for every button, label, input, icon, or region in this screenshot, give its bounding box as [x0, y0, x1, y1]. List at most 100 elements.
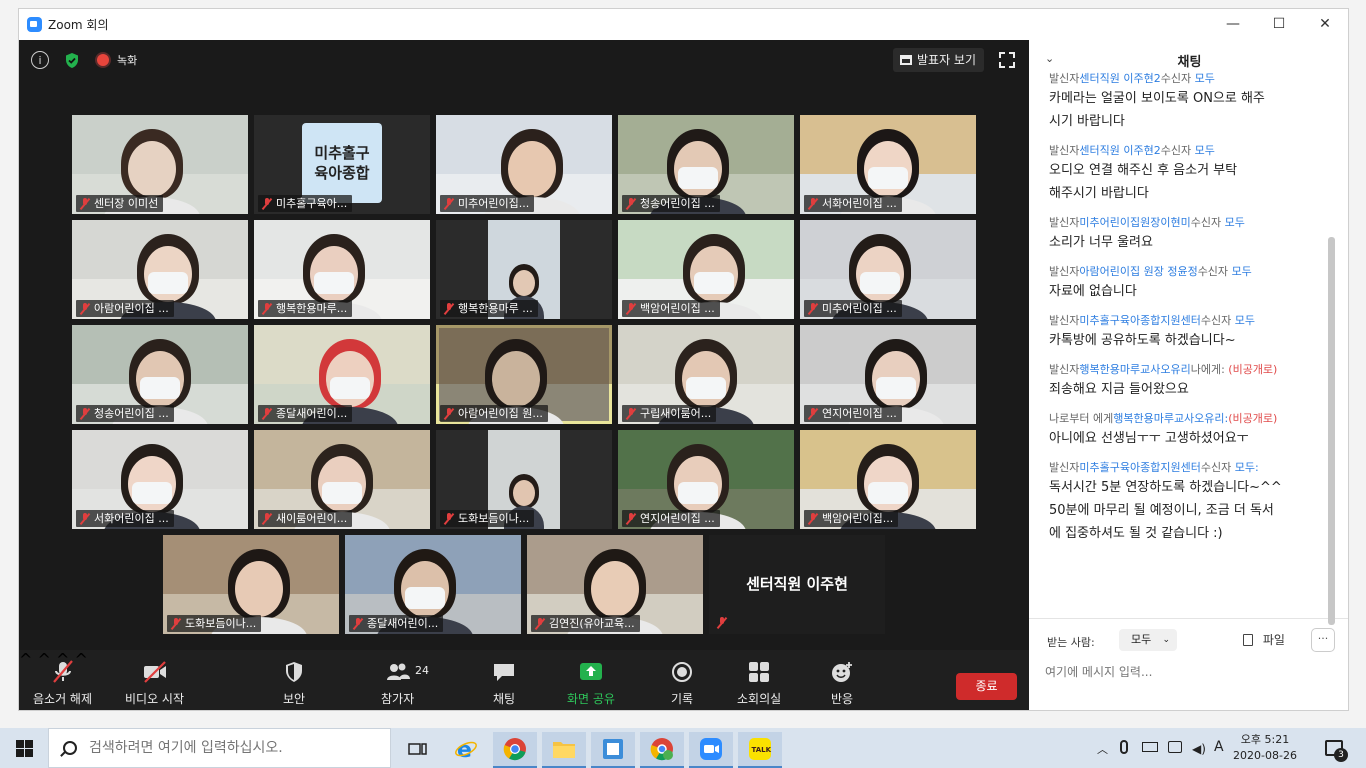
participant-name-label: 청송어린이집 ... [94, 407, 169, 420]
taskbar-clock[interactable]: 오후 5:21 2020-08-26 [1232, 732, 1298, 764]
chat-sender[interactable]: 아람어린이집 원장 정윤정 [1079, 265, 1197, 278]
recipient-value: 모두 [1131, 633, 1152, 646]
file-explorer-icon[interactable] [542, 732, 586, 768]
chevron-down-icon[interactable]: ⌄ [1045, 52, 1054, 65]
participant-tile[interactable]: 도화보듬이나... [163, 535, 339, 634]
participant-tile[interactable]: 백암어린이집 ... [618, 220, 794, 319]
tray-chat-icon[interactable] [1168, 741, 1182, 753]
windows-taskbar: e TALK ︿ ◀) A 오후 5:21 2020-08-26 3 [0, 728, 1366, 768]
participant-tile[interactable]: 도화보듬이나... [436, 430, 612, 529]
chat-scrollbar[interactable] [1328, 237, 1335, 625]
participants-label: 참가자 [381, 692, 415, 706]
video-button[interactable]: 비디오 시작 [125, 660, 184, 707]
participant-tile[interactable]: 서화어린이집 ... [72, 430, 248, 529]
share-screen-button[interactable]: 화면 공유 [567, 660, 615, 707]
mute-options-caret[interactable]: ^ [19, 650, 32, 669]
chat-button[interactable]: 채팅 [491, 660, 517, 707]
chat-to-prefix: 나에게: [1190, 363, 1225, 376]
video-off-icon [142, 660, 168, 684]
internet-explorer-icon[interactable]: e [444, 732, 488, 766]
info-icon[interactable]: i [31, 51, 49, 69]
title-bar: Zoom 회의 — ☐ ✕ [19, 9, 1348, 39]
participant-tile[interactable]: 아람어린이집 ... [72, 220, 248, 319]
chat-message-text: 아니에요 선생님ㅜㅜ 고생하셨어요ㅜ [1049, 431, 1249, 446]
participant-name: 새이룸어린이... [258, 510, 353, 527]
participant-tile[interactable]: 연지어린이집 ... [618, 430, 794, 529]
participant-name-label: 도화보듬이나... [458, 512, 530, 525]
participant-tile[interactable]: 김연진(유아교육... [527, 535, 703, 634]
tray-chevron-up-icon[interactable]: ︿ [1097, 741, 1108, 757]
participant-name: 미추홀구육아... [258, 195, 353, 212]
participant-tile[interactable]: 청송어린이집 ... [618, 115, 794, 214]
speaker-view-button[interactable]: 발표자 보기 [893, 48, 985, 72]
participant-name: 종달새어린이... [258, 405, 353, 422]
shield-icon[interactable] [63, 51, 81, 69]
clock-time: 오후 5:21 [1240, 733, 1290, 746]
chat-sender[interactable]: 행복한용마루교사오유리: [1113, 412, 1228, 425]
end-meeting-button[interactable]: 종료 [956, 673, 1017, 700]
taskbar-search[interactable] [48, 728, 391, 768]
record-indicator-icon [97, 54, 109, 66]
ime-indicator[interactable]: A [1214, 739, 1224, 755]
participant-tile[interactable]: 종달새어린이... [254, 325, 430, 424]
chat-message: 발신자아람어린이집 원장 정윤정수신자 모두 자료에 없습니다 [1049, 263, 1334, 303]
participant-tile[interactable]: 미추어린이집 ... [800, 220, 976, 319]
chat-messages[interactable]: 발신자센터직원 이주현2수신자 모두 카메라는 얼굴이 보이도록 ON으로 해주… [1029, 70, 1334, 610]
fullscreen-icon[interactable] [999, 52, 1015, 68]
chat-sender[interactable]: 미추홀구육아종합지원센터 [1079, 461, 1200, 474]
participant-tile[interactable]: 센터장 이미선 [72, 115, 248, 214]
security-button[interactable]: 보안 [281, 660, 307, 707]
mic-off-icon [444, 198, 454, 209]
mic-off-icon [353, 618, 363, 629]
kakaotalk-icon[interactable]: TALK [738, 732, 782, 768]
minimize-button[interactable]: — [1210, 9, 1256, 39]
participant-tile[interactable]: 행복한용마루... [254, 220, 430, 319]
record-button[interactable]: 기록 [669, 660, 695, 707]
hangul-viewer-icon[interactable] [591, 732, 635, 768]
maximize-button[interactable]: ☐ [1256, 9, 1302, 39]
chat-to-prefix: 수신자 [1200, 314, 1232, 327]
participant-tile[interactable]: 미추어린이집... [436, 115, 612, 214]
mute-button[interactable]: 음소거 해제 [33, 660, 92, 707]
participant-tile[interactable]: 종달새어린이... [345, 535, 521, 634]
tray-network-icon[interactable] [1142, 742, 1158, 752]
chat-sender[interactable]: 센터직원 이주현2 [1079, 144, 1160, 157]
zoom-app-icon[interactable] [689, 732, 733, 768]
recipient-select[interactable]: 모두 ⌄ [1119, 629, 1177, 651]
breakout-rooms-button[interactable]: 소회의실 [737, 660, 781, 707]
taskbar-search-input[interactable] [89, 740, 369, 756]
participant-tile[interactable]: 센터직원 이주현 [709, 535, 885, 634]
participant-tile[interactable]: 백암어린이집... [800, 430, 976, 529]
participant-name-label: 백암어린이집... [822, 512, 894, 525]
file-button[interactable]: 파일 [1243, 631, 1285, 648]
participant-name-label: 종달새어린이... [276, 407, 348, 420]
participant-tile[interactable]: 미추홀구 육아종합 미추홀구육아... [254, 115, 430, 214]
windows-start-icon[interactable] [16, 740, 33, 757]
chat-sender[interactable]: 미추홀구육아종합지원센터 [1079, 314, 1200, 327]
task-view-icon[interactable] [396, 732, 440, 766]
reactions-button[interactable]: 반응 [829, 660, 855, 707]
participant-tile[interactable]: 구립새이룸어... [618, 325, 794, 424]
participant-tile[interactable]: 서화어린이집 ... [800, 115, 976, 214]
chat-sender[interactable]: 행복한용마루교사오유리 [1079, 363, 1190, 376]
participant-tile[interactable]: 청송어린이집 ... [72, 325, 248, 424]
participant-tile[interactable]: 연지어린이집 ... [800, 325, 976, 424]
chrome-icon[interactable] [493, 732, 537, 768]
participants-button[interactable]: 참가자 [381, 660, 414, 707]
chat-input[interactable] [1045, 661, 1325, 683]
more-options-button[interactable]: ··· [1311, 628, 1335, 652]
tray-mic-icon[interactable] [1120, 740, 1128, 754]
participant-tile[interactable]: 새이룸어린이... [254, 430, 430, 529]
participant-tile[interactable]: 행복한용마루 ... [436, 220, 612, 319]
tray-volume-icon[interactable]: ◀) [1192, 742, 1206, 756]
close-button[interactable]: ✕ [1302, 9, 1348, 39]
chat-message-text: 자료에 없습니다 [1049, 284, 1137, 299]
participant-tile[interactable]: 아람어린이집 원... [436, 325, 612, 424]
chat-sender[interactable]: 센터직원 이주현2 [1079, 72, 1160, 85]
security-shield-icon [281, 660, 307, 684]
chrome-profile-icon[interactable] [640, 732, 684, 768]
chat-footer: 받는 사람: 모두 ⌄ 파일 ··· [1029, 618, 1348, 710]
chat-message-text: 소리가 너무 울려요 [1049, 235, 1153, 250]
chat-sender[interactable]: 미추어린이집원장이현미 [1079, 216, 1190, 229]
participant-name: 종달새어린이... [349, 615, 444, 632]
